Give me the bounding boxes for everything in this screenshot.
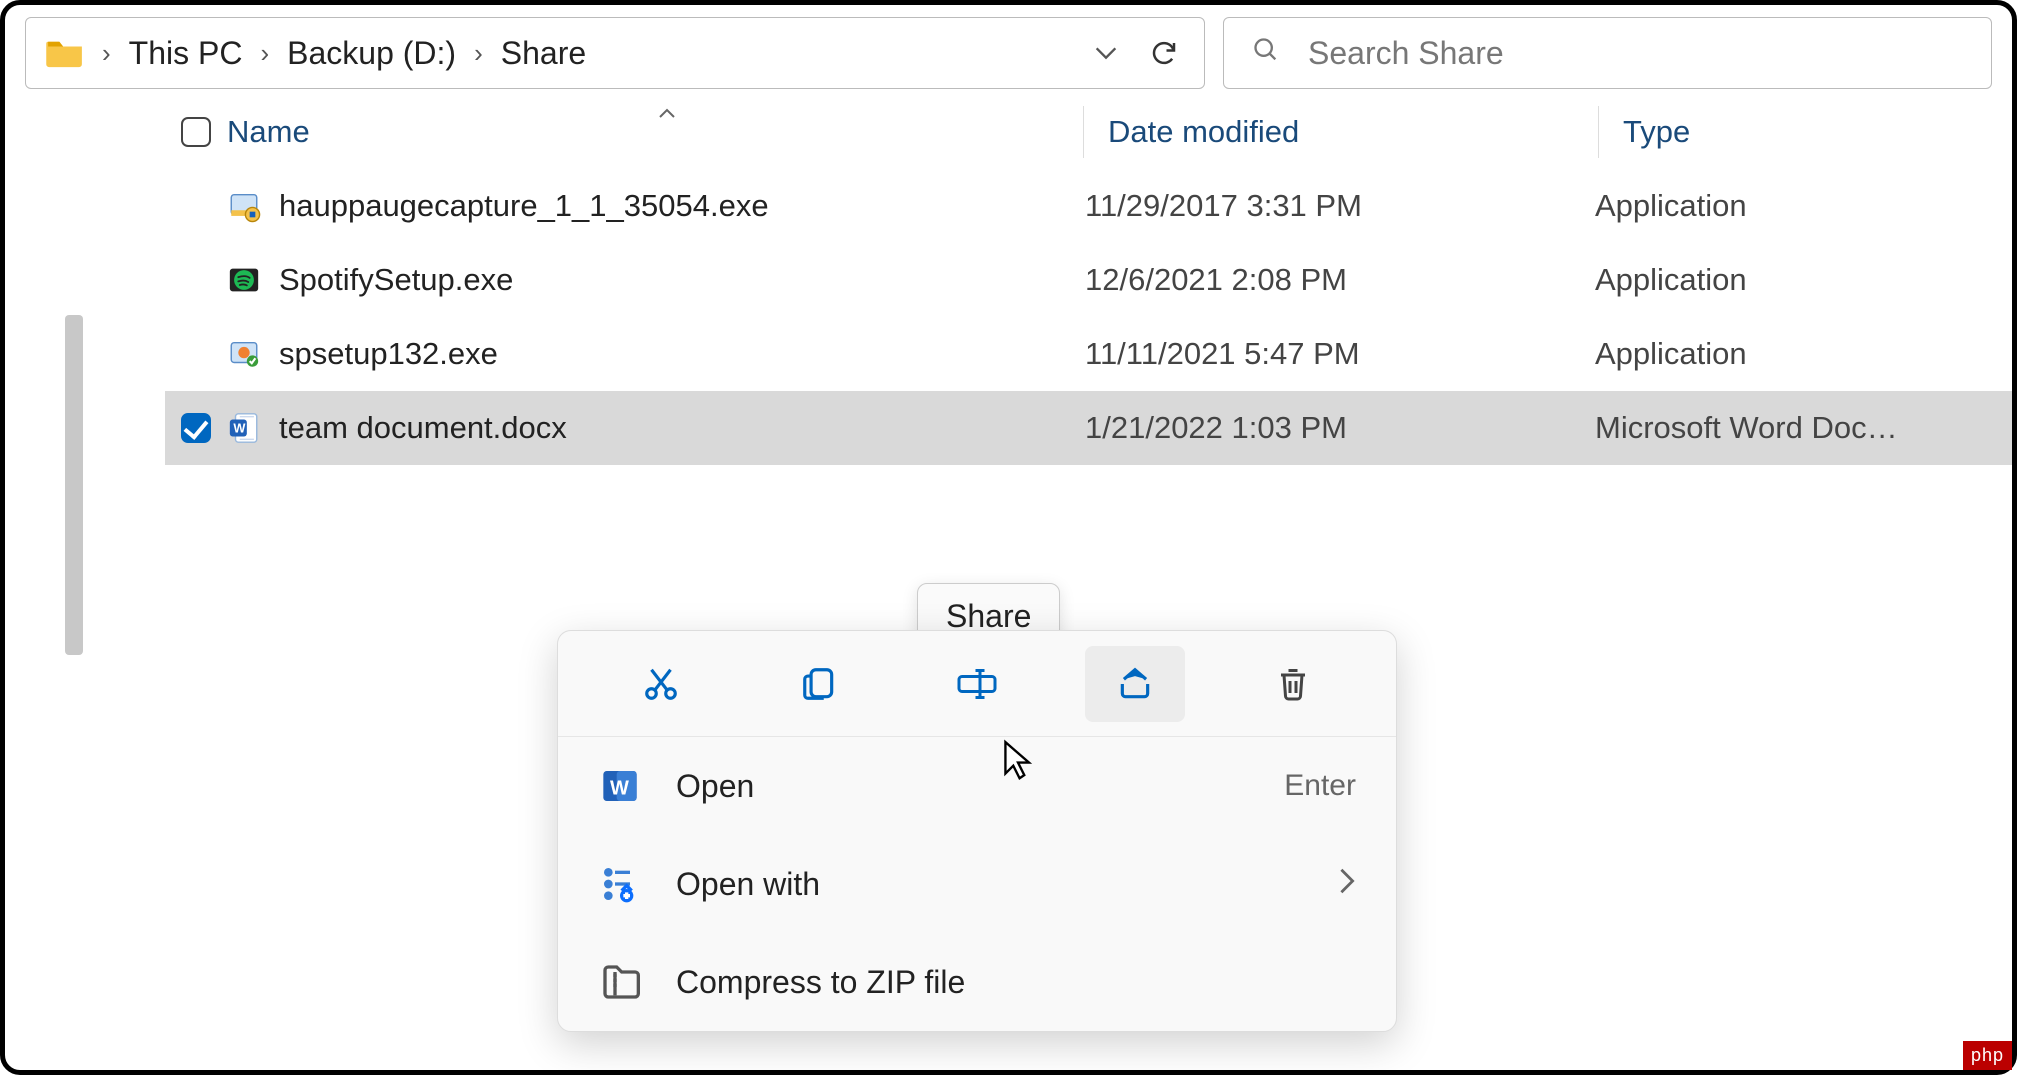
word-icon: W — [598, 764, 642, 808]
zip-icon — [598, 960, 642, 1004]
row-date-cell: 12/6/2021 2:08 PM — [1083, 262, 1595, 298]
table-row[interactable]: spsetup132.exe 11/11/2021 5:47 PMApplicat… — [165, 317, 2012, 391]
file-type-icon — [227, 263, 261, 297]
column-divider[interactable] — [1598, 106, 1599, 158]
context-menu: W Open Enter Open with Compress to ZIP f… — [557, 630, 1397, 1032]
history-dropdown-button[interactable] — [1086, 33, 1126, 73]
column-header-name[interactable]: Name — [227, 114, 1083, 150]
select-all-checkbox[interactable] — [181, 117, 211, 147]
file-type-icon: W — [227, 411, 261, 445]
file-list-area: Name Date modified Type hauppaugecapture… — [5, 95, 2012, 465]
rename-button[interactable] — [927, 646, 1027, 722]
column-header-date[interactable]: Date modified — [1108, 114, 1598, 150]
file-type-icon — [227, 189, 261, 223]
watermark: php — [1963, 1041, 2012, 1070]
refresh-button[interactable] — [1144, 33, 1184, 73]
row-name-cell[interactable]: spsetup132.exe — [227, 336, 1083, 372]
svg-text:W: W — [610, 777, 629, 799]
sort-ascending-icon — [657, 100, 677, 126]
svg-text:W: W — [233, 420, 246, 435]
context-menu-label: Compress to ZIP file — [676, 964, 1356, 1001]
chevron-right-icon — [1338, 867, 1356, 902]
folder-icon — [46, 38, 84, 68]
chevron-right-icon: › — [260, 38, 269, 69]
breadcrumb-item[interactable]: Backup (D:) — [287, 35, 456, 72]
file-name: spsetup132.exe — [279, 336, 498, 372]
address-bar[interactable]: › This PC › Backup (D:) › Share — [25, 17, 1205, 89]
file-table: Name Date modified Type hauppaugecapture… — [165, 95, 2012, 465]
context-menu-icon-row — [558, 631, 1396, 737]
row-type-cell: Microsoft Word Doc… — [1595, 410, 2012, 446]
share-button[interactable] — [1085, 646, 1185, 722]
column-divider[interactable] — [1083, 106, 1084, 158]
search-box[interactable]: Search Share — [1223, 17, 1992, 89]
search-icon — [1252, 35, 1280, 72]
row-type-cell: Application — [1595, 262, 2012, 298]
row-checkbox-cell[interactable] — [165, 413, 227, 443]
file-name: hauppaugecapture_1_1_35054.exe — [279, 188, 769, 224]
row-name-cell[interactable]: SpotifySetup.exe — [227, 262, 1083, 298]
table-row[interactable]: SpotifySetup.exe 12/6/2021 2:08 PMApplica… — [165, 243, 2012, 317]
context-menu-label: Open with — [676, 866, 1304, 903]
row-name-cell[interactable]: hauppaugecapture_1_1_35054.exe — [227, 188, 1083, 224]
scrollbar-thumb[interactable] — [65, 315, 83, 655]
breadcrumb-item[interactable]: Share — [501, 35, 586, 72]
table-row[interactable]: hauppaugecapture_1_1_35054.exe 11/29/2017… — [165, 169, 2012, 243]
context-menu-open-with[interactable]: Open with — [558, 835, 1396, 933]
table-row[interactable]: Wteam document.docx1/21/2022 1:03 PMMicr… — [165, 391, 2012, 465]
chevron-right-icon: › — [102, 38, 111, 69]
row-date-cell: 11/29/2017 3:31 PM — [1083, 188, 1595, 224]
context-menu-compress-zip[interactable]: Compress to ZIP file — [558, 933, 1396, 1031]
column-header-type[interactable]: Type — [1623, 114, 2012, 150]
row-type-cell: Application — [1595, 336, 2012, 372]
table-header: Name Date modified Type — [165, 95, 2012, 169]
delete-button[interactable] — [1243, 646, 1343, 722]
file-type-icon — [227, 337, 261, 371]
chevron-right-icon: › — [474, 38, 483, 69]
breadcrumb-item[interactable]: This PC — [129, 35, 243, 72]
file-name: team document.docx — [279, 410, 567, 446]
row-checkbox[interactable] — [181, 413, 211, 443]
context-menu-open[interactable]: W Open Enter — [558, 737, 1396, 835]
file-name: SpotifySetup.exe — [279, 262, 513, 298]
row-date-cell: 1/21/2022 1:03 PM — [1083, 410, 1595, 446]
context-menu-label: Open — [676, 768, 1250, 805]
top-bar: › This PC › Backup (D:) › Share Search S… — [5, 5, 2012, 95]
context-menu-accelerator: Enter — [1284, 769, 1356, 803]
cut-button[interactable] — [611, 646, 711, 722]
row-name-cell[interactable]: Wteam document.docx — [227, 410, 1083, 446]
header-checkbox-cell[interactable] — [165, 117, 227, 147]
open-with-icon — [598, 862, 642, 906]
copy-button[interactable] — [769, 646, 869, 722]
row-type-cell: Application — [1595, 188, 2012, 224]
search-placeholder: Search Share — [1308, 35, 1504, 72]
row-date-cell: 11/11/2021 5:47 PM — [1083, 336, 1595, 372]
column-name-label: Name — [227, 114, 310, 150]
